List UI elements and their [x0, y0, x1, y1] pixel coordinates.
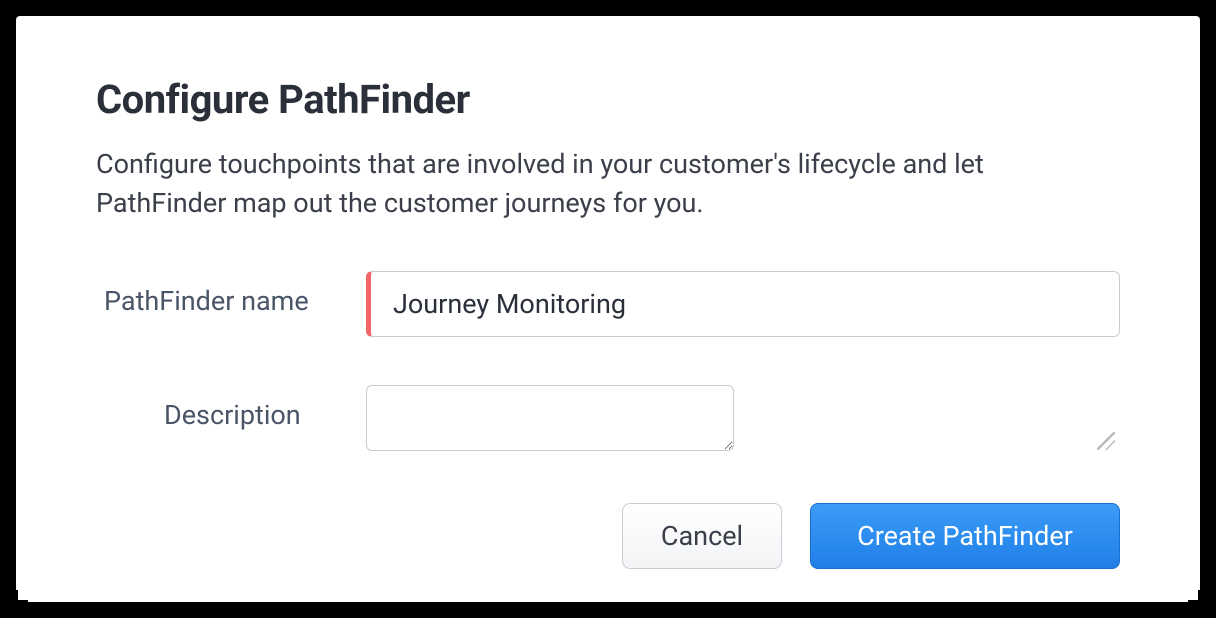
dialog-button-row: Cancel Create PathFinder [96, 503, 1120, 569]
dialog-subtitle: Configure touchpoints that are involved … [96, 145, 1120, 223]
cancel-button[interactable]: Cancel [622, 503, 782, 569]
pathfinder-name-input[interactable] [366, 271, 1120, 337]
description-textarea-wrapper [366, 385, 1120, 455]
form-row-name: PathFinder name [96, 271, 1120, 337]
description-label: Description [96, 385, 366, 431]
dialog-title: Configure PathFinder [96, 76, 1120, 123]
description-textarea[interactable] [366, 385, 734, 451]
pathfinder-name-label: PathFinder name [96, 271, 366, 317]
create-pathfinder-button[interactable]: Create PathFinder [810, 503, 1120, 569]
form-row-description: Description [96, 385, 1120, 455]
cropmark-icon [1188, 590, 1202, 604]
configure-pathfinder-dialog: Configure PathFinder Configure touchpoin… [16, 16, 1200, 602]
cropmark-icon [14, 590, 28, 604]
